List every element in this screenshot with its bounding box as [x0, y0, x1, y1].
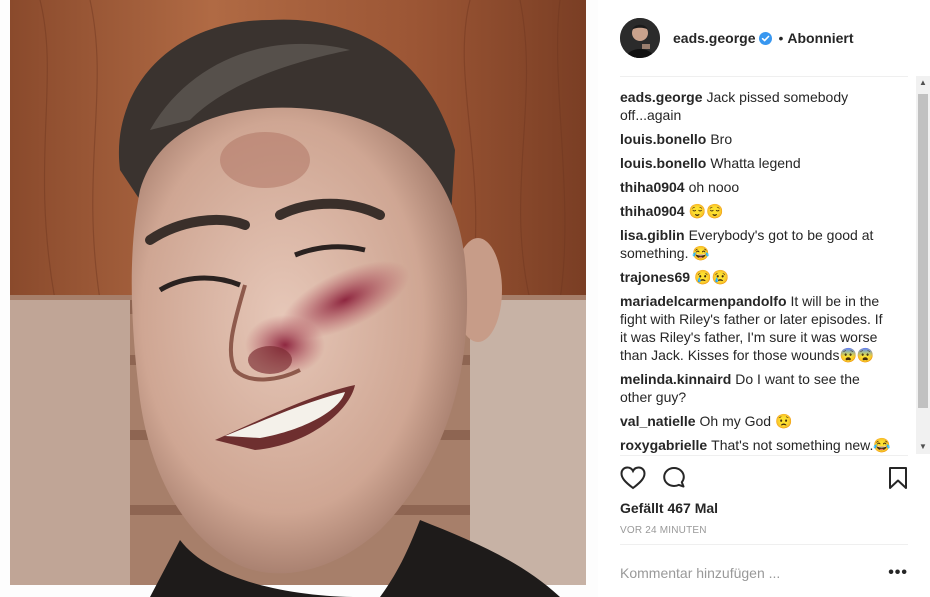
comment-username[interactable]: louis.bonello [620, 131, 706, 147]
comment-input[interactable] [620, 565, 889, 581]
comment-username[interactable]: val_natielle [620, 413, 696, 429]
separator-dot: • [778, 30, 784, 46]
comment-item: thiha0904 😌😌 [620, 202, 892, 220]
heart-icon[interactable] [620, 466, 646, 490]
comment-item: val_natielle Oh my God 😟 [620, 412, 892, 430]
comment-text: Oh my God 😟 [699, 413, 793, 429]
comment-item: trajones69 😢😢 [620, 268, 892, 286]
footer-divider [620, 544, 908, 545]
comment-username[interactable]: melinda.kinnaird [620, 371, 731, 387]
avatar[interactable] [620, 18, 660, 58]
comment-text: 😌😌 [688, 203, 724, 219]
comment-username[interactable]: trajones69 [620, 269, 690, 285]
comment-username[interactable]: eads.george [620, 89, 702, 105]
header-divider [620, 76, 908, 77]
follow-status-button[interactable]: Abonniert [787, 30, 853, 46]
comments-divider [620, 455, 908, 456]
comment-item: louis.bonello Bro [620, 130, 892, 148]
comment-username[interactable]: thiha0904 [620, 179, 685, 195]
comments-scrollbar[interactable]: ▲ ▼ [916, 76, 930, 454]
comment-username[interactable]: louis.bonello [620, 155, 706, 171]
action-bar [620, 464, 908, 492]
post-photo[interactable] [0, 0, 598, 597]
bookmark-icon[interactable] [888, 466, 908, 490]
comment-text: That's not something new.😂 [711, 437, 891, 453]
comment-username[interactable]: roxygabrielle [620, 437, 707, 453]
comment-item: lisa.giblin Everybody's got to be good at… [620, 226, 892, 262]
comment-item: roxygabrielle That's not something new.😂 [620, 436, 892, 454]
comment-text: 😢😢 [694, 269, 729, 285]
verified-badge-icon [759, 31, 773, 45]
comment-text: Whatta legend [710, 155, 801, 171]
comment-username[interactable]: thiha0904 [620, 203, 685, 219]
scroll-down-arrow-icon[interactable]: ▼ [916, 440, 930, 454]
post-header: eads.george • Abonniert [620, 17, 910, 59]
comments-list[interactable]: eads.george Jack pissed somebody off...ag… [620, 88, 892, 458]
scroll-up-arrow-icon[interactable]: ▲ [916, 76, 930, 90]
comment-item: thiha0904 oh nooo [620, 178, 892, 196]
comment-text: Bro [710, 131, 733, 147]
post-author-username[interactable]: eads.george [673, 30, 755, 46]
comment-item: mariadelcarmenpandolfo It will be in the … [620, 292, 892, 364]
comment-item: eads.george Jack pissed somebody off...ag… [620, 88, 892, 124]
comment-username[interactable]: lisa.giblin [620, 227, 685, 243]
comment-item: melinda.kinnaird Do I want to see the oth… [620, 370, 892, 406]
likes-count[interactable]: Gefällt 467 Mal [620, 500, 718, 516]
comment-text: oh nooo [688, 179, 740, 195]
add-comment-row: ••• [620, 556, 908, 590]
post-timestamp[interactable]: VOR 24 MINUTEN [620, 525, 707, 536]
comment-icon[interactable] [662, 466, 686, 490]
comment-username[interactable]: mariadelcarmenpandolfo [620, 293, 787, 309]
scrollbar-thumb[interactable] [918, 94, 928, 408]
more-options-button[interactable]: ••• [888, 564, 908, 582]
comment-item: louis.bonello Whatta legend [620, 154, 892, 172]
